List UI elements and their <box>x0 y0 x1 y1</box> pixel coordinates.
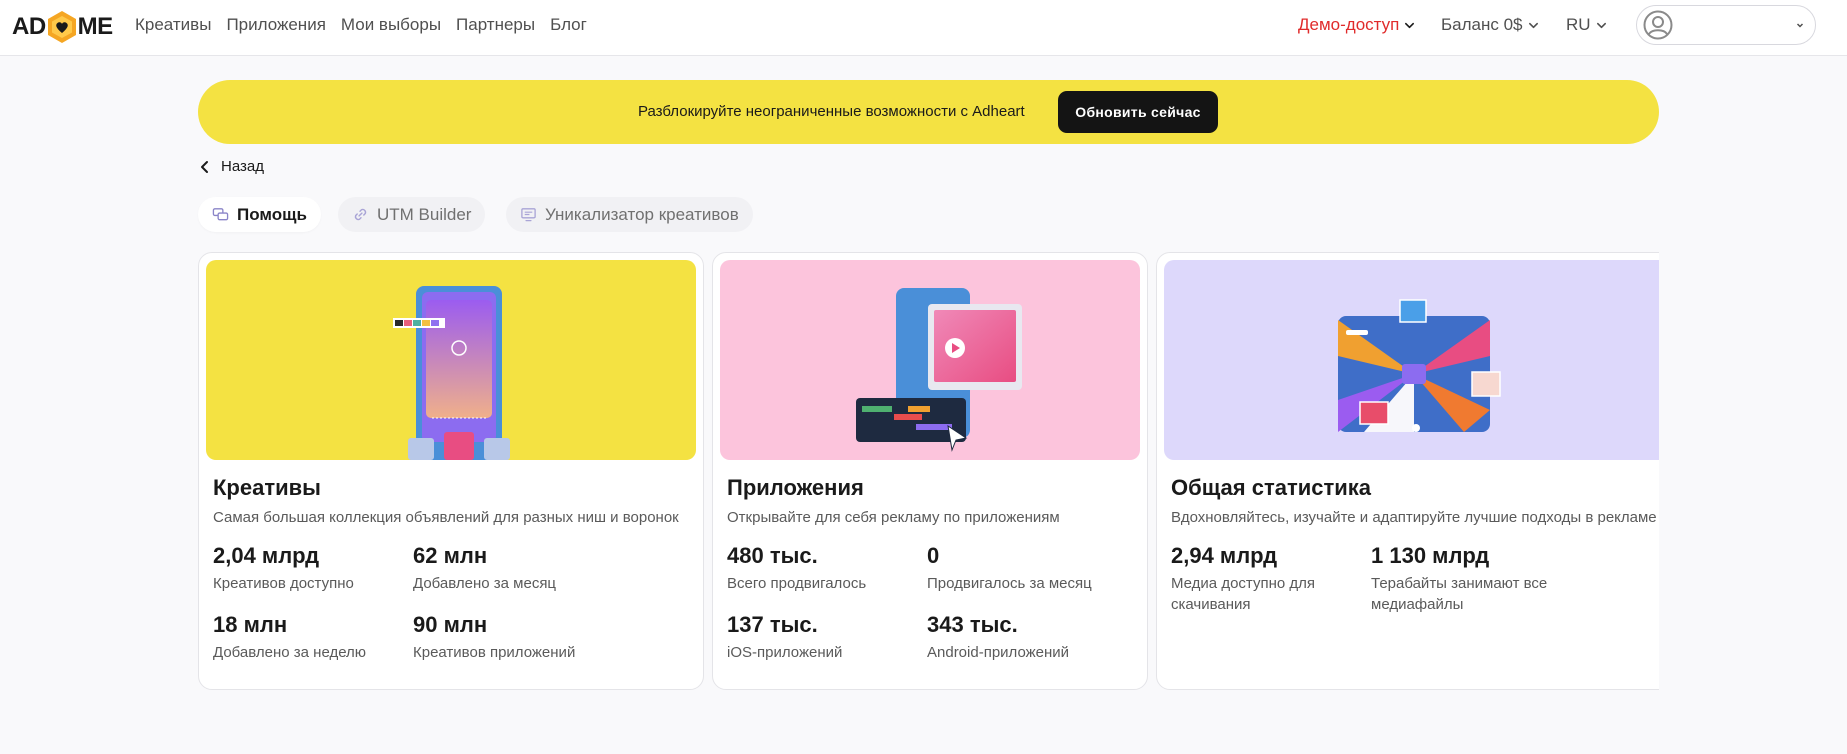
stat-block: 90 млн Креативов приложений <box>413 612 603 663</box>
stat-block: 137 тыс. iOS-приложений <box>727 612 917 663</box>
stat-label: Продвигалось за месяц <box>927 575 1092 592</box>
upgrade-banner: Разблокируйте неограниченные возможности… <box>198 80 1659 144</box>
card-description: Открывайте для себя рекламу по приложени… <box>727 509 1060 526</box>
stat-block: 2,04 млрд Креативов доступно <box>213 543 403 594</box>
card-illustration <box>720 260 1140 460</box>
tab-uniquifier-label: Уникализатор креативов <box>545 204 739 224</box>
phone-illustration-icon <box>206 260 696 460</box>
card-creatives[interactable]: Креативы Самая большая коллекция объявле… <box>198 252 704 690</box>
top-header: AD ME Креативы Приложения Мои выборы Пар… <box>0 0 1847 56</box>
card-illustration <box>206 260 696 460</box>
card-description: Самая большая коллекция объявлений для р… <box>213 509 679 526</box>
stat-value: 137 тыс. <box>727 612 818 637</box>
monitor-icon <box>521 208 536 222</box>
tab-help[interactable]: Помощь <box>198 197 321 232</box>
link-icon <box>354 208 367 221</box>
back-link[interactable]: Назад <box>198 158 264 175</box>
back-label: Назад <box>221 158 264 175</box>
stat-label: Терабайты занимают все медиафайлы <box>1371 575 1548 613</box>
tab-utm-builder[interactable]: UTM Builder <box>338 197 486 232</box>
stat-block: 343 тыс. Android-приложений <box>927 612 1117 663</box>
app-video-illustration-icon <box>720 260 1140 460</box>
stat-block: 0 Продвигалось за месяц <box>927 543 1117 594</box>
stat-label: Креативов приложений <box>413 644 576 661</box>
card-description: Вдохновляйтесь, изучайте и адаптируйте л… <box>1171 509 1657 526</box>
card-title: Креативы <box>213 475 321 500</box>
balance-dropdown[interactable]: Баланс 0$ <box>1441 15 1539 35</box>
nav-item-creatives[interactable]: Креативы <box>135 15 211 35</box>
nav-item-apps[interactable]: Приложения <box>226 15 325 35</box>
user-avatar-icon <box>1643 10 1673 40</box>
stat-value: 62 млн <box>413 543 488 568</box>
logo-heart-icon <box>47 11 76 43</box>
stat-block: 1 130 млрд Терабайты занимают все медиаф… <box>1371 543 1561 615</box>
nav-item-blog[interactable]: Блог <box>550 15 587 35</box>
balance-label: Баланс 0$ <box>1441 15 1523 34</box>
stat-label: Всего продвигалось <box>727 575 867 592</box>
stat-label: Android-приложений <box>927 644 1070 661</box>
stat-block: 62 млн Добавлено за месяц <box>413 543 603 594</box>
upgrade-now-button[interactable]: Обновить сейчас <box>1058 91 1218 133</box>
tab-utm-label: UTM Builder <box>377 204 472 224</box>
demo-access-dropdown[interactable]: Демо-доступ <box>1298 15 1415 35</box>
stat-value: 90 млн <box>413 612 488 637</box>
language-label: RU <box>1566 15 1591 34</box>
nav-item-partners[interactable]: Партнеры <box>456 15 535 35</box>
chevron-down-icon <box>1405 22 1415 28</box>
chevron-left-icon <box>201 160 208 173</box>
chat-icon <box>212 208 229 221</box>
stats-illustration-icon <box>1164 260 1659 460</box>
stat-value: 2,04 млрд <box>213 543 320 568</box>
tab-help-label: Помощь <box>237 204 307 224</box>
stat-block: 2,94 млрд Медиа доступно для скачивания <box>1171 543 1351 615</box>
stat-label: Добавлено за неделю <box>213 644 367 661</box>
stat-value: 18 млн <box>213 612 288 637</box>
stat-value: 1 130 млрд <box>1371 543 1490 568</box>
stat-label: iOS-приложений <box>727 644 843 661</box>
card-apps[interactable]: Приложения Открывайте для себя рекламу п… <box>712 252 1148 690</box>
brand-logo[interactable]: AD ME <box>12 10 113 44</box>
stat-value: 343 тыс. <box>927 612 1018 637</box>
stat-block: 18 млн Добавлено за неделю <box>213 612 403 663</box>
card-title: Приложения <box>727 475 864 500</box>
stat-value: 2,94 млрд <box>1171 543 1278 568</box>
logo-text-left: AD <box>12 13 46 40</box>
user-menu-dropdown[interactable] <box>1636 5 1816 45</box>
main-nav: Креативы Приложения Мои выборы Партнеры … <box>135 15 602 35</box>
nav-item-my-selections[interactable]: Мои выборы <box>341 15 441 35</box>
stat-label: Добавлено за месяц <box>413 575 557 592</box>
stat-label: Медиа доступно для скачивания <box>1171 575 1315 613</box>
stat-label: Креативов доступно <box>213 575 354 592</box>
chevron-down-icon <box>1528 22 1538 28</box>
tab-creative-uniquifier[interactable]: Уникализатор креативов <box>506 197 753 232</box>
card-general-stats[interactable]: Общая статистика Вдохновляйтесь, изучайт… <box>1156 252 1659 690</box>
banner-text: Разблокируйте неограниченные возможности… <box>638 103 1025 120</box>
stat-value: 480 тыс. <box>727 543 818 568</box>
chevron-down-icon <box>1596 22 1606 28</box>
chevron-down-icon <box>1796 23 1804 28</box>
demo-access-label: Демо-доступ <box>1298 15 1400 34</box>
card-title: Общая статистика <box>1171 475 1372 500</box>
stat-block: 480 тыс. Всего продвигалось <box>727 543 917 594</box>
stat-value: 0 <box>927 543 940 568</box>
logo-text-right: ME <box>77 13 114 40</box>
cards-row: Креативы Самая большая коллекция объявле… <box>198 252 1659 692</box>
language-dropdown[interactable]: RU <box>1566 15 1607 35</box>
card-illustration <box>1164 260 1659 460</box>
